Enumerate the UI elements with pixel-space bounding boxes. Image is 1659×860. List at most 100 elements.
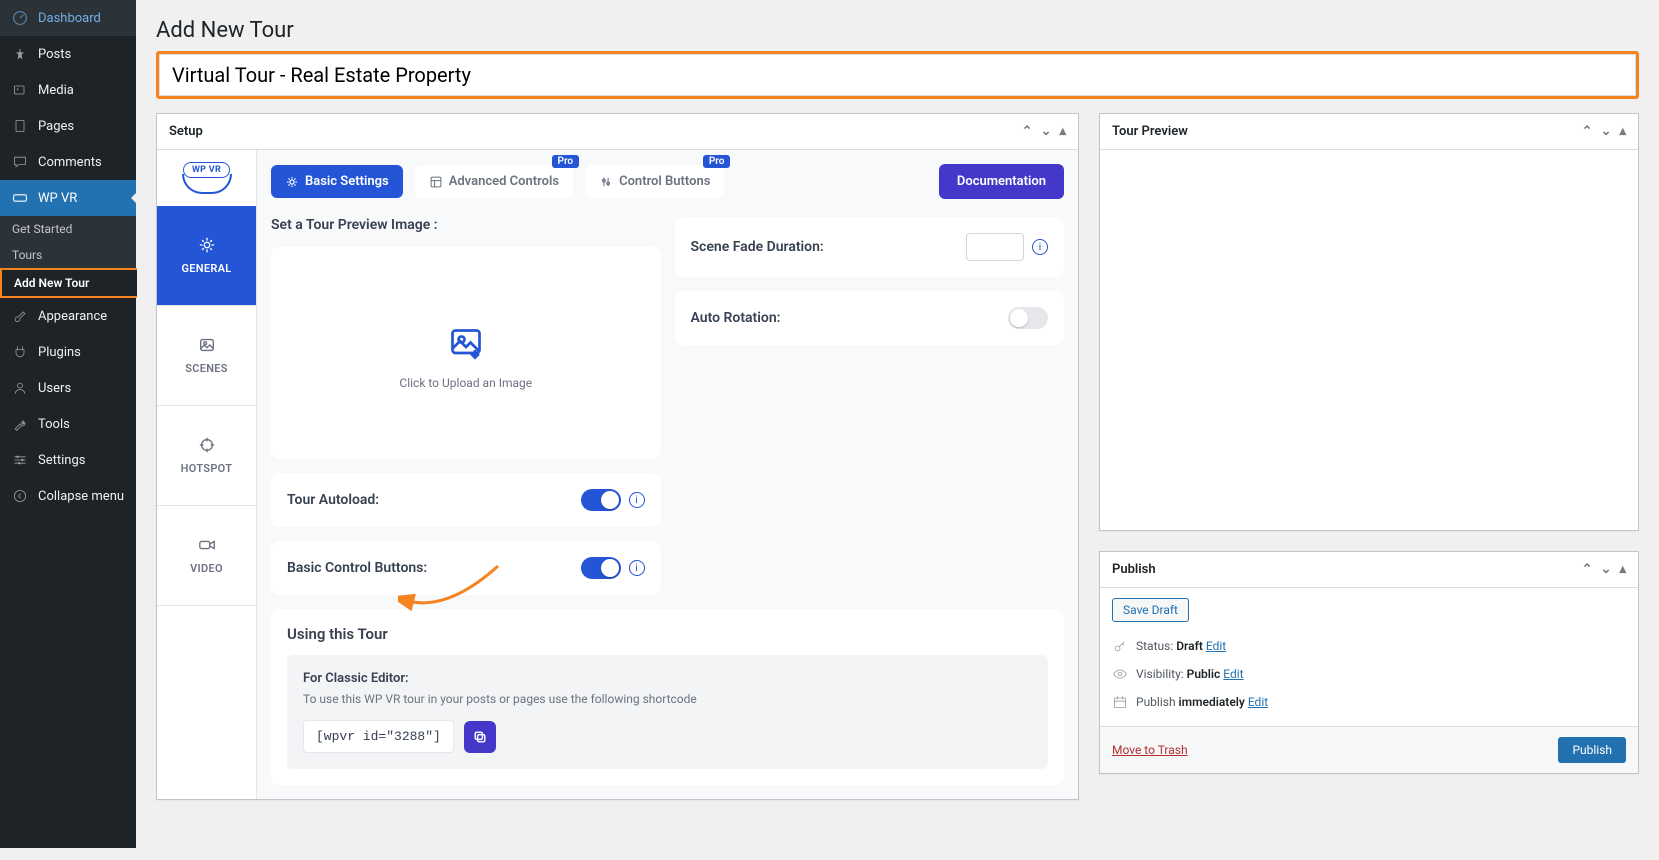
panel-toggle-icon[interactable]: ▴ bbox=[1619, 562, 1626, 577]
vtab-scenes[interactable]: SCENES bbox=[157, 306, 256, 406]
pin-icon bbox=[10, 44, 30, 64]
sidebar-label: Dashboard bbox=[38, 11, 101, 26]
htab-label: Advanced Controls bbox=[449, 174, 559, 189]
sidebar-label: Posts bbox=[38, 47, 71, 62]
panel-down-icon[interactable]: ⌄ bbox=[1041, 124, 1052, 139]
vtab-label: VIDEO bbox=[190, 562, 223, 575]
gear-icon bbox=[198, 236, 216, 254]
layout-icon bbox=[429, 175, 443, 189]
panel-toggle-icon[interactable]: ▴ bbox=[1619, 124, 1626, 139]
autoload-label: Tour Autoload: bbox=[287, 492, 379, 508]
sidebar-label: WP VR bbox=[38, 191, 77, 206]
sidebar-item-wpvr[interactable]: WP VR bbox=[0, 180, 136, 216]
panel-up-icon[interactable]: ⌃ bbox=[1022, 124, 1033, 139]
sidebar-label: Users bbox=[38, 381, 71, 396]
basic-controls-toggle[interactable] bbox=[581, 557, 621, 579]
sidebar-label: Media bbox=[38, 83, 74, 98]
save-draft-button[interactable]: Save Draft bbox=[1112, 598, 1189, 622]
info-icon[interactable]: i bbox=[1032, 239, 1048, 255]
sidebar-item-dashboard[interactable]: Dashboard bbox=[0, 0, 136, 36]
vr-icon bbox=[10, 188, 30, 208]
sidebar-label: Settings bbox=[38, 453, 85, 468]
sidebar-label: Collapse menu bbox=[38, 489, 124, 504]
copy-icon bbox=[472, 729, 488, 745]
submenu-get-started[interactable]: Get Started bbox=[0, 216, 136, 242]
sidebar-label: Plugins bbox=[38, 345, 81, 360]
auto-rotation-label: Auto Rotation: bbox=[691, 310, 781, 326]
vtab-hotspot[interactable]: HOTSPOT bbox=[157, 406, 256, 506]
vtab-general[interactable]: GENERAL bbox=[157, 206, 256, 306]
comment-icon bbox=[10, 152, 30, 172]
sidebar-item-tools[interactable]: Tools bbox=[0, 406, 136, 442]
vtab-label: HOTSPOT bbox=[181, 462, 233, 475]
info-icon[interactable]: i bbox=[629, 560, 645, 576]
sidebar-item-appearance[interactable]: Appearance bbox=[0, 298, 136, 334]
sidebar-item-posts[interactable]: Posts bbox=[0, 36, 136, 72]
sliders-icon bbox=[599, 175, 613, 189]
image-icon bbox=[198, 336, 216, 354]
status-row: Status: Draft Edit bbox=[1112, 632, 1626, 660]
publish-button[interactable]: Publish bbox=[1558, 737, 1626, 763]
fade-duration-input[interactable] bbox=[966, 233, 1024, 261]
panel-up-icon[interactable]: ⌃ bbox=[1582, 562, 1593, 577]
upload-text: Click to Upload an Image bbox=[399, 376, 532, 390]
collapse-icon bbox=[10, 486, 30, 506]
sidebar-item-media[interactable]: Media bbox=[0, 72, 136, 108]
upload-preview-image[interactable]: Click to Upload an Image bbox=[277, 263, 655, 453]
vtab-label: SCENES bbox=[185, 362, 228, 375]
sidebar-item-plugins[interactable]: Plugins bbox=[0, 334, 136, 370]
sidebar-label: Pages bbox=[38, 119, 74, 134]
main-content: Add New Tour Screen Options Setup ⌃ ⌄ ▴ bbox=[136, 0, 1659, 860]
sidebar-item-users[interactable]: Users bbox=[0, 370, 136, 406]
tour-title-input[interactable] bbox=[159, 54, 1636, 96]
using-subtitle: For Classic Editor: bbox=[303, 671, 1032, 686]
schedule-row: Publish immediately Edit bbox=[1112, 688, 1626, 716]
panel-up-icon[interactable]: ⌃ bbox=[1582, 124, 1593, 139]
setup-main-area: Basic Settings Advanced Controls Pro Con… bbox=[257, 150, 1078, 799]
target-icon bbox=[198, 436, 216, 454]
using-desc: To use this WP VR tour in your posts or … bbox=[303, 692, 1032, 706]
sidebar-label: Appearance bbox=[38, 309, 107, 324]
calendar-icon bbox=[1112, 694, 1128, 710]
panel-down-icon[interactable]: ⌄ bbox=[1601, 124, 1612, 139]
edit-visibility-link[interactable]: Edit bbox=[1223, 667, 1243, 681]
sliders-icon bbox=[10, 450, 30, 470]
vtab-video[interactable]: VIDEO bbox=[157, 506, 256, 606]
htab-basic-settings[interactable]: Basic Settings bbox=[271, 165, 403, 198]
vtab-label: GENERAL bbox=[181, 262, 231, 275]
fade-duration-label: Scene Fade Duration: bbox=[691, 239, 824, 255]
copy-shortcode-button[interactable] bbox=[464, 721, 496, 753]
submenu-add-new-tour[interactable]: Add New Tour bbox=[0, 268, 137, 298]
gear-icon bbox=[285, 175, 299, 189]
info-icon[interactable]: i bbox=[629, 492, 645, 508]
admin-sidebar: Dashboard Posts Media Pages Comments WP … bbox=[0, 0, 136, 848]
sidebar-item-settings[interactable]: Settings bbox=[0, 442, 136, 478]
htab-control-buttons[interactable]: Control Buttons Pro bbox=[585, 165, 724, 198]
move-to-trash-link[interactable]: Move to Trash bbox=[1112, 743, 1188, 757]
setup-panel-header: Setup ⌃ ⌄ ▴ bbox=[157, 114, 1078, 150]
sidebar-item-pages[interactable]: Pages bbox=[0, 108, 136, 144]
panel-controls: ⌃ ⌄ ▴ bbox=[1022, 124, 1066, 139]
edit-schedule-link[interactable]: Edit bbox=[1248, 695, 1268, 709]
user-icon bbox=[10, 378, 30, 398]
edit-status-link[interactable]: Edit bbox=[1206, 639, 1226, 653]
submenu-tours[interactable]: Tours bbox=[0, 242, 136, 268]
brush-icon bbox=[10, 306, 30, 326]
autoload-toggle[interactable] bbox=[581, 489, 621, 511]
auto-rotation-toggle[interactable] bbox=[1008, 307, 1048, 329]
htab-advanced-controls[interactable]: Advanced Controls Pro bbox=[415, 165, 573, 198]
sidebar-item-comments[interactable]: Comments bbox=[0, 144, 136, 180]
upload-image-icon bbox=[448, 326, 484, 362]
sidebar-item-collapse[interactable]: Collapse menu bbox=[0, 478, 136, 514]
wpvr-submenu: Get Started Tours Add New Tour bbox=[0, 216, 136, 298]
vertical-tabs: WP VR GENERAL SCENES bbox=[157, 150, 257, 799]
page-title: Add New Tour bbox=[156, 10, 294, 51]
sidebar-label: Tools bbox=[38, 417, 70, 432]
key-icon bbox=[1112, 638, 1128, 654]
wpvr-logo: WP VR bbox=[157, 150, 256, 206]
title-input-highlight bbox=[156, 51, 1639, 99]
panel-toggle-icon[interactable]: ▴ bbox=[1059, 124, 1066, 139]
htab-label: Basic Settings bbox=[305, 174, 389, 189]
documentation-button[interactable]: Documentation bbox=[939, 164, 1064, 199]
panel-down-icon[interactable]: ⌄ bbox=[1601, 562, 1612, 577]
